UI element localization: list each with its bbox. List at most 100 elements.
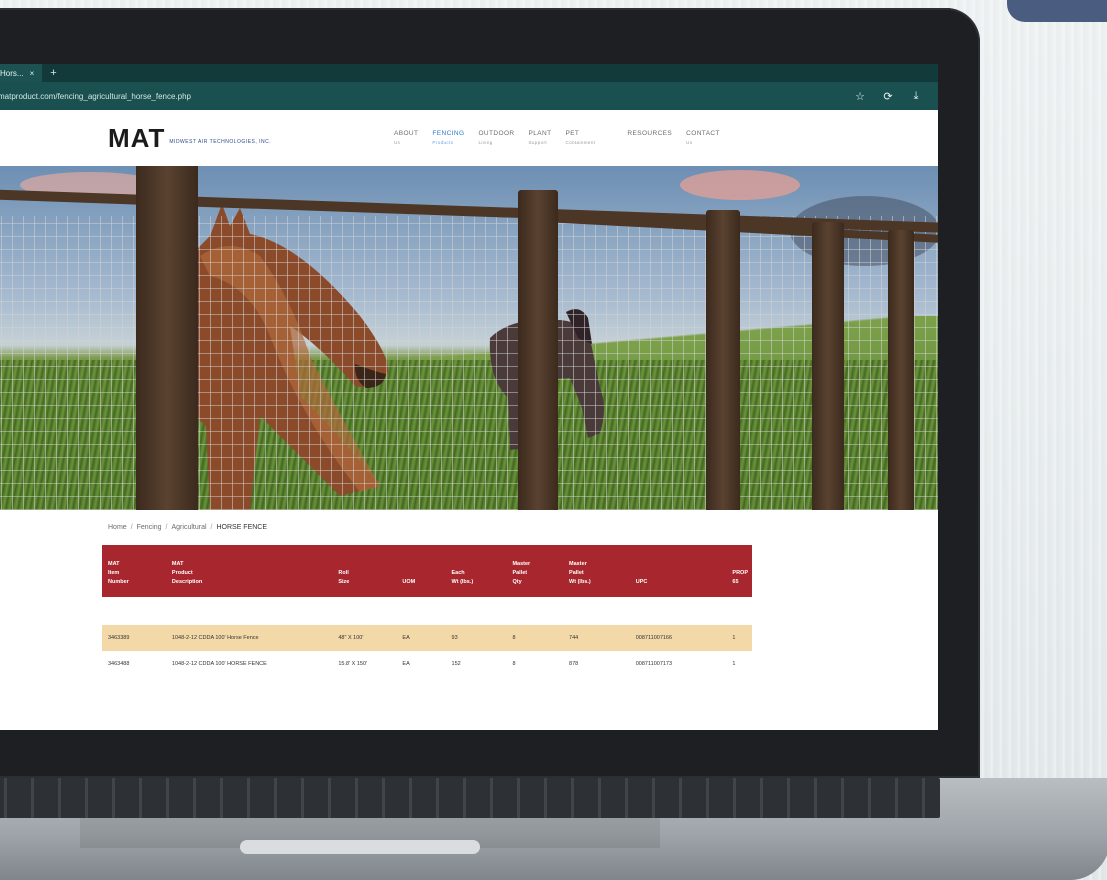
fence-post — [812, 222, 844, 510]
column-header-line: Roll — [338, 570, 349, 576]
nav-label: ABOUT — [394, 130, 419, 137]
table-cell: 1048-2-12 CDDA 100' Horse Fence — [165, 625, 333, 651]
column-header-line: Pallet — [512, 570, 528, 576]
column-header-line: MAT — [171, 561, 184, 567]
nav-sublabel: Products — [432, 140, 454, 145]
column-header: MAT Item Number — [102, 545, 166, 597]
new-tab-icon[interactable]: + — [50, 67, 56, 79]
table-cell: 1 — [732, 661, 736, 667]
column-header-line: Description — [171, 579, 203, 585]
column-header-line: PROP — [732, 570, 748, 576]
column-header-line: UPC — [635, 579, 648, 585]
breadcrumb-separator: / — [165, 524, 168, 531]
main-nav: ABOUT Us FENCING Products OUTDOOR Living… — [394, 130, 720, 145]
url-input[interactable]: matproduct.com/fencing_agricultural_hors… — [0, 92, 846, 101]
table-cell: EA — [396, 625, 446, 651]
laptop-notch — [240, 840, 480, 854]
column-header-line: Wt (lbs.) — [451, 579, 474, 585]
breadcrumb-current: HORSE FENCE — [216, 524, 268, 531]
table-row[interactable]: 3463389 1048-2-12 CDDA 100' Horse Fence 48… — [102, 625, 752, 651]
breadcrumb-fencing[interactable]: Fencing — [137, 524, 162, 531]
keyboard — [0, 778, 940, 818]
nav-sublabel: Support — [528, 140, 548, 145]
spacer-cell — [102, 597, 752, 625]
nav-sublabel: Living — [478, 140, 493, 145]
nav-sublabel: Containment — [565, 140, 596, 145]
table-cell: 1 — [726, 625, 752, 651]
nav-label: PET — [565, 130, 580, 137]
tab-title: Hors... — [0, 68, 24, 78]
table-cell: 744 — [563, 625, 630, 651]
nav-label: RESOURCES — [627, 130, 673, 137]
fence-post — [706, 210, 740, 510]
breadcrumb-separator: / — [130, 524, 133, 531]
column-header-line: Pallet — [569, 570, 584, 576]
nav-label: FENCING — [432, 130, 465, 137]
browser-tab[interactable]: Hors... × — [0, 64, 43, 82]
table-cell: 93 — [445, 625, 507, 651]
table-cell: EA — [402, 661, 410, 667]
star-icon[interactable]: ☆ — [846, 90, 874, 103]
column-header: UPC — [630, 545, 727, 597]
breadcrumb-home[interactable]: Home — [108, 524, 127, 531]
nav-item-pet[interactable]: PET Containment — [565, 130, 595, 145]
nav-sublabel: Us — [394, 140, 401, 145]
table-cell: 8 — [506, 625, 564, 651]
column-header-line: Master — [512, 561, 531, 567]
table-cell: 48" X 100' — [332, 625, 397, 651]
browser-tab-bar: Hors... × + — [0, 64, 938, 82]
table-cell: 1048-2-12 CDDA 100' HORSE FENCE — [171, 661, 267, 667]
table-cell: 878 — [569, 661, 579, 667]
nav-item-contact[interactable]: CONTACT Us — [686, 130, 720, 145]
nav-label: PLANT — [528, 130, 552, 137]
column-header: MAT Product Description — [166, 545, 332, 597]
site-logo[interactable]: MAT MIDWEST AIR TECHNOLOGIES, INC. — [108, 123, 272, 153]
table-row[interactable]: 3463488 1048-2-12 CDDA 100' HORSE FENCE 15… — [102, 651, 752, 677]
column-header: Master Pallet Qty — [506, 545, 563, 597]
table-cell: 008711007173 — [635, 661, 673, 667]
table-cell: 008711007166 — [629, 625, 727, 651]
address-bar: matproduct.com/fencing_agricultural_hors… — [0, 82, 938, 110]
fence-post — [136, 166, 198, 510]
cloud — [680, 170, 800, 200]
column-header-line: Size — [338, 579, 350, 585]
nav-item-plant[interactable]: PLANT Support — [529, 130, 552, 145]
refresh-icon[interactable]: ⟳ — [874, 90, 902, 103]
table-cell: 152 — [451, 661, 461, 667]
column-header: Master Pallet Wt (lbs.) — [563, 545, 630, 597]
column-header-line: Product — [171, 570, 193, 576]
fence-post — [518, 190, 558, 510]
laptop-base — [0, 778, 1107, 880]
table-spacer — [102, 597, 752, 625]
column-header-line: Qty — [512, 579, 522, 585]
nav-item-about[interactable]: ABOUT Us — [394, 130, 418, 145]
table-header-row: MAT Item Number MAT Product Description Roll Si… — [102, 545, 752, 597]
table-cell: 8 — [512, 661, 516, 667]
nav-item-outdoor[interactable]: OUTDOOR Living — [478, 130, 514, 145]
column-header: PROP 65 — [726, 545, 752, 597]
corner-decoration — [1007, 0, 1107, 22]
column-header: UOM — [396, 545, 445, 597]
fence-post — [888, 230, 914, 510]
close-icon[interactable]: × — [30, 69, 35, 78]
nav-label: CONTACT — [686, 130, 720, 137]
table-cell: 3463389 — [102, 625, 166, 651]
nav-item-resources[interactable]: RESOURCES — [627, 130, 672, 145]
download-icon[interactable]: ⤓ — [902, 90, 930, 103]
column-header-line: Wt (lbs.) — [569, 579, 591, 585]
logo-tagline: MIDWEST AIR TECHNOLOGIES, INC. — [169, 139, 272, 145]
column-header: Roll Size — [332, 545, 396, 597]
table-header: MAT Item Number MAT Product Description Roll Si… — [102, 545, 752, 597]
nav-item-fencing[interactable]: FENCING Products — [432, 130, 464, 145]
column-header-line: UOM — [402, 579, 416, 585]
nav-sublabel: Us — [686, 140, 693, 145]
column-header-line: Master — [569, 561, 587, 567]
breadcrumb-separator: / — [210, 524, 213, 531]
table-cell: 3463488 — [108, 661, 130, 667]
logo-mark: MAT — [108, 123, 166, 153]
column-header-line: Each — [451, 570, 465, 576]
breadcrumb-agricultural[interactable]: Agricultural — [172, 524, 207, 531]
breadcrumb: Home / Fencing / Agricultural / HORSE FENCE — [108, 524, 754, 531]
column-header-line: MAT — [108, 561, 120, 567]
product-content: Home / Fencing / Agricultural / HORSE FENCE MA… — [102, 524, 754, 677]
